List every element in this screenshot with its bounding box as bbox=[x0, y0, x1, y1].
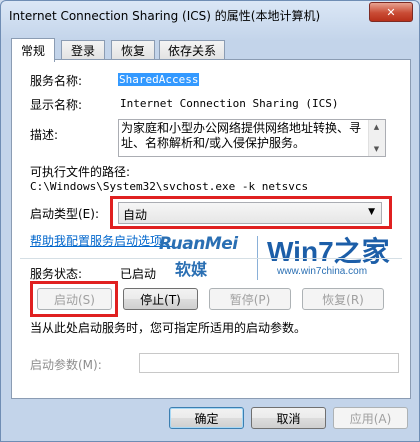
display-name-value[interactable]: Internet Connection Sharing (ICS) bbox=[120, 97, 339, 110]
start-params-label: 启动参数(M): bbox=[30, 358, 102, 372]
description-label: 描述: bbox=[30, 128, 59, 142]
exe-path-value[interactable]: C:\Windows\System32\svchost.exe -k netsv… bbox=[30, 180, 308, 193]
scroll-down-icon[interactable]: ▼ bbox=[369, 142, 384, 156]
description-text: 为家庭和小型办公网络提供网络地址转换、寻址、名称解析和/或入侵保护服务。 bbox=[121, 121, 362, 150]
tab-dependencies[interactable]: 依存关系 bbox=[159, 40, 225, 60]
scroll-up-icon[interactable]: ▲ bbox=[369, 120, 384, 134]
start-service-button[interactable]: 启动(S) bbox=[37, 288, 112, 310]
apply-button[interactable]: 应用(A) bbox=[333, 407, 408, 429]
tab-label: 登录 bbox=[70, 44, 95, 58]
service-name-value[interactable]: SharedAccess bbox=[118, 73, 200, 86]
apply-label: 应用(A) bbox=[349, 411, 392, 426]
chevron-down-icon: ▼ bbox=[368, 207, 375, 217]
startup-type-value: 自动 bbox=[123, 208, 148, 222]
description-scrollbar[interactable]: ▲ ▼ bbox=[368, 120, 385, 156]
watermark-brand-latin: RuanMei bbox=[159, 234, 238, 254]
watermark-brand-cn: 软媒 bbox=[175, 260, 208, 279]
start-params-input[interactable] bbox=[139, 353, 399, 373]
resume-label: 恢复(R) bbox=[322, 292, 364, 307]
service-name-text: SharedAccess bbox=[118, 73, 200, 86]
pause-service-button[interactable]: 暂停(P) bbox=[209, 288, 291, 310]
ok-label: 确定 bbox=[194, 411, 219, 426]
tab-general[interactable]: 常规 bbox=[11, 38, 55, 62]
status-label: 服务状态: bbox=[30, 267, 83, 281]
cancel-button[interactable]: 取消 bbox=[251, 407, 326, 429]
watermark-logo: RuanMei 软媒 Win7之家 www.win7china.com bbox=[157, 230, 397, 290]
service-name-label: 服务名称: bbox=[30, 74, 83, 88]
exe-path-label: 可执行文件的路径: bbox=[30, 165, 131, 179]
help-configure-link[interactable]: 帮助我配置服务启动选项。 bbox=[30, 232, 174, 249]
status-value: 已启动 bbox=[120, 267, 157, 281]
pause-label: 暂停(P) bbox=[229, 292, 271, 307]
close-button[interactable]: ✕ bbox=[369, 2, 413, 22]
ok-button[interactable]: 确定 bbox=[169, 407, 244, 429]
tab-label: 恢复 bbox=[120, 44, 145, 58]
close-icon: ✕ bbox=[386, 5, 396, 19]
watermark-url: www.win7china.com bbox=[277, 266, 368, 277]
description-box[interactable]: 为家庭和小型办公网络提供网络地址转换、寻址、名称解析和/或入侵保护服务。 ▲ ▼ bbox=[118, 119, 386, 157]
tab-recovery[interactable]: 恢复 bbox=[111, 40, 155, 60]
start-label: 启动(S) bbox=[54, 292, 95, 307]
resume-service-button[interactable]: 恢复(R) bbox=[302, 288, 384, 310]
startup-type-label: 启动类型(E): bbox=[30, 207, 99, 221]
tab-label: 依存关系 bbox=[167, 44, 216, 58]
stop-label: 停止(T) bbox=[140, 292, 181, 307]
divider bbox=[20, 258, 402, 259]
startup-type-select[interactable]: 自动 ▼ bbox=[118, 202, 382, 224]
general-panel: 服务名称: SharedAccess 显示名称: Internet Connec… bbox=[11, 59, 411, 399]
properties-dialog: Internet Connection Sharing (ICS) 的属性(本地… bbox=[0, 0, 420, 442]
display-name-label: 显示名称: bbox=[30, 98, 83, 112]
window-title: Internet Connection Sharing (ICS) 的属性(本地… bbox=[9, 9, 321, 23]
title-bar[interactable]: Internet Connection Sharing (ICS) 的属性(本地… bbox=[1, 1, 419, 29]
cancel-label: 取消 bbox=[276, 411, 301, 426]
tab-label: 常规 bbox=[20, 44, 45, 58]
stop-service-button[interactable]: 停止(T) bbox=[123, 288, 198, 310]
start-params-hint: 当从此处启动服务时，您可指定所适用的启动参数。 bbox=[30, 321, 307, 335]
watermark-win7-logo: Win7之家 bbox=[267, 236, 390, 267]
tab-logon[interactable]: 登录 bbox=[61, 40, 105, 60]
